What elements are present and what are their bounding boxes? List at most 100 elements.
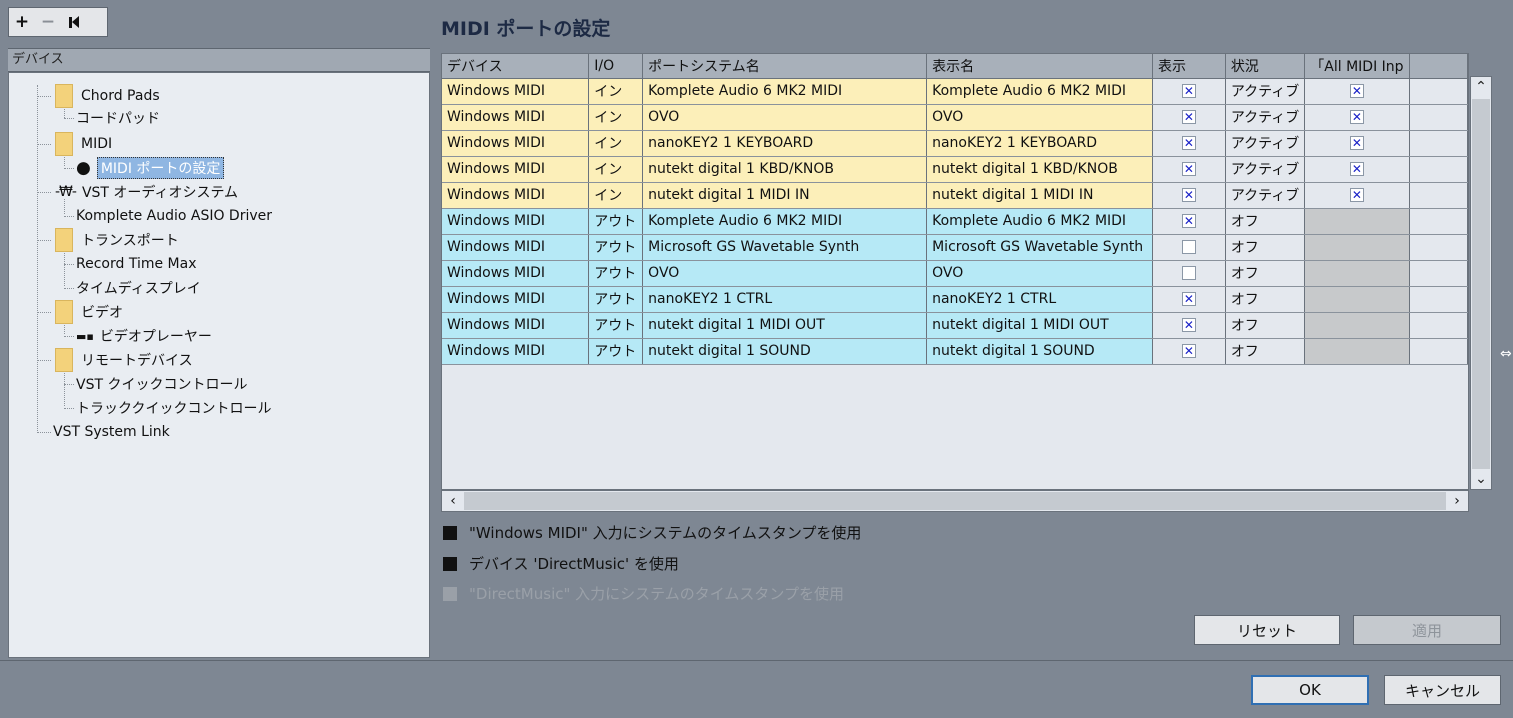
all-midi-inputs-checkbox[interactable]: ✕	[1349, 188, 1364, 202]
folder-icon	[55, 300, 73, 324]
vertical-scrollbar[interactable]: ⌃ ⌄	[1470, 76, 1492, 490]
table-row[interactable]: Windows MIDI イン nanoKEY2 1 KEYBOARD nanoKEY…	[442, 130, 1468, 157]
reset-button[interactable]: リセット	[1194, 615, 1340, 645]
col-header-port-system-name[interactable]: ポートシステム名	[642, 54, 928, 79]
table-row[interactable]: Windows MIDI アウト nutekt digital 1 MIDI OUT…	[442, 312, 1468, 339]
col-header-status[interactable]: 状況	[1225, 54, 1306, 79]
visible-checkbox[interactable]: ✕	[1181, 292, 1196, 306]
visible-checkbox[interactable]: ✕	[1181, 84, 1196, 98]
cell-empty	[1409, 78, 1468, 105]
option-label: "DirectMusic" 入力にシステムのタイムスタンプを使用	[469, 585, 844, 603]
tree-folder-video[interactable]: ビデオ	[37, 300, 123, 324]
device-tree-header: デバイス	[8, 48, 430, 72]
tree-folder-midi[interactable]: MIDI	[37, 132, 112, 156]
cell-display-name[interactable]: OVO	[926, 260, 1153, 287]
tree-item-midi-port-settings[interactable]: ● MIDI ポートの設定	[64, 157, 225, 179]
tree-folder-remote-devices[interactable]: リモートデバイス	[37, 348, 193, 372]
option-use-directmusic[interactable]: デバイス 'DirectMusic' を使用	[443, 553, 679, 574]
all-midi-inputs-checkbox[interactable]: ✕	[1349, 136, 1364, 150]
cell-io: イン	[588, 156, 644, 183]
reset-device-button[interactable]	[61, 8, 87, 36]
visible-checkbox[interactable]: ✕	[1181, 318, 1196, 332]
cell-display-name[interactable]: nanoKEY2 1 KEYBOARD	[926, 130, 1153, 157]
remove-button[interactable]: −	[35, 8, 61, 36]
cell-io: アウト	[588, 286, 644, 313]
cell-display-name[interactable]: nutekt digital 1 KBD/KNOB	[926, 156, 1153, 183]
all-midi-inputs-checkbox[interactable]: ✕	[1349, 162, 1364, 176]
visible-checkbox[interactable]: ✕	[1181, 344, 1196, 358]
chevron-down-icon[interactable]: ⌄	[1471, 469, 1491, 489]
visible-checkbox[interactable]: ✕	[1181, 110, 1196, 124]
cell-display-name[interactable]: nutekt digital 1 MIDI IN	[926, 182, 1153, 209]
col-header-all-midi-inputs[interactable]: 「All MIDI Inp	[1304, 54, 1410, 79]
col-header-visible[interactable]: 表示	[1152, 54, 1226, 79]
visible-checkbox[interactable]: ✕	[1181, 240, 1196, 254]
table-row[interactable]: Windows MIDIアウトOVOOVO✕オフ	[442, 260, 1468, 287]
tree-item-track-quick-controls[interactable]: トラッククイックコントロール	[64, 397, 271, 419]
cell-visible: ✕	[1152, 234, 1226, 261]
visible-checkbox[interactable]: ✕	[1181, 162, 1196, 176]
chevron-right-icon[interactable]: ›	[1446, 491, 1468, 511]
cell-display-name[interactable]: OVO	[926, 104, 1153, 131]
device-tree[interactable]: Chord Pads コードパッド MIDI ● MIDI ポートの設定 -₩- V…	[8, 72, 430, 658]
folder-icon	[55, 228, 73, 252]
all-midi-inputs-checkbox[interactable]: ✕	[1349, 84, 1364, 98]
cell-empty	[1409, 312, 1468, 339]
tree-item-vst-quick-controls[interactable]: VST クイックコントロール	[64, 373, 247, 395]
tree-label-selected: MIDI ポートの設定	[96, 157, 225, 179]
tree-label: VST クイックコントロール	[76, 377, 248, 393]
table-row[interactable]: Windows MIDI アウト Komplete Audio 6 MK2 MIDI…	[442, 208, 1468, 235]
cell-display-name[interactable]: nanoKEY2 1 CTRL	[926, 286, 1153, 313]
table-row[interactable]: Windows MIDI アウト Microsoft GS Wavetable Sy…	[442, 234, 1468, 261]
tree-item-vst-system-link[interactable]: VST System Link	[37, 421, 170, 443]
cell-port-system-name: nanoKEY2 1 CTRL	[642, 286, 928, 313]
checkbox-use-directmusic[interactable]	[443, 556, 457, 571]
cell-display-name[interactable]: Microsoft GS Wavetable Synth	[926, 234, 1153, 261]
table-row[interactable]: Windows MIDI イン OVO OVO ✕ アクティブ ✕	[442, 104, 1468, 131]
cell-empty	[1409, 104, 1468, 131]
tree-item-vst-audio-system[interactable]: -₩- VST オーディオシステム	[37, 181, 238, 203]
col-header-display-name[interactable]: 表示名	[926, 54, 1153, 79]
cell-io: アウト	[588, 234, 644, 261]
visible-checkbox[interactable]: ✕	[1181, 188, 1196, 202]
tree-folder-chord-pads[interactable]: Chord Pads	[37, 84, 160, 108]
tree-item-record-time-max[interactable]: Record Time Max	[64, 253, 196, 275]
col-header-device[interactable]: デバイス	[442, 54, 590, 79]
chevron-left-icon[interactable]: ‹	[442, 491, 464, 511]
cell-port-system-name: OVO	[642, 104, 928, 131]
table-row[interactable]: Windows MIDI イン nutekt digital 1 MIDI IN nu…	[442, 182, 1468, 209]
all-midi-inputs-checkbox[interactable]: ✕	[1349, 110, 1364, 124]
visible-checkbox[interactable]: ✕	[1181, 214, 1196, 228]
scroll-thumb[interactable]	[464, 492, 1446, 510]
cell-display-name[interactable]: Komplete Audio 6 MK2 MIDI	[926, 78, 1153, 105]
cell-io: イン	[588, 130, 644, 157]
ok-button[interactable]: OK	[1251, 675, 1369, 705]
cancel-button[interactable]: キャンセル	[1384, 675, 1501, 705]
tree-folder-transport[interactable]: トランスポート	[37, 228, 179, 252]
cell-display-name[interactable]: nutekt digital 1 SOUND	[926, 338, 1153, 365]
table-row[interactable]: Windows MIDI アウト nanoKEY2 1 CTRL nanoKEY2 1…	[442, 286, 1468, 313]
chevron-up-icon[interactable]: ⌃	[1471, 77, 1491, 97]
tree-item-chord-pads-jp[interactable]: コードパッド	[64, 107, 160, 129]
table-row[interactable]: Windows MIDI イン Komplete Audio 6 MK2 MIDI K…	[442, 78, 1468, 105]
option-windows-midi-timestamp[interactable]: "Windows MIDI" 入力にシステムのタイムスタンプを使用	[443, 522, 861, 543]
tree-label: トランスポート	[81, 233, 179, 249]
table-row[interactable]: Windows MIDI アウト nutekt digital 1 SOUND nut…	[442, 338, 1468, 365]
cell-visible: ✕	[1152, 156, 1226, 183]
tree-item-video-player[interactable]: ▬▪ ビデオプレーヤー	[64, 325, 212, 347]
visible-checkbox[interactable]: ✕	[1181, 136, 1196, 150]
cell-io: イン	[588, 182, 644, 209]
footer-divider	[0, 660, 1513, 661]
cell-display-name[interactable]: Komplete Audio 6 MK2 MIDI	[926, 208, 1153, 235]
scroll-thumb[interactable]	[1472, 99, 1490, 469]
add-button[interactable]: +	[9, 8, 35, 36]
table-row[interactable]: Windows MIDI イン nutekt digital 1 KBD/KNOB n…	[442, 156, 1468, 183]
cell-device: Windows MIDI	[442, 130, 590, 157]
col-header-io[interactable]: I/O	[588, 54, 644, 79]
checkbox-windows-midi-timestamp[interactable]	[443, 525, 457, 540]
tree-item-time-display[interactable]: タイムディスプレイ	[64, 277, 201, 299]
tree-item-asio-driver[interactable]: Komplete Audio ASIO Driver	[64, 205, 272, 227]
visible-checkbox[interactable]: ✕	[1181, 266, 1196, 280]
horizontal-scrollbar[interactable]: ‹ ›	[441, 490, 1469, 512]
cell-display-name[interactable]: nutekt digital 1 MIDI OUT	[926, 312, 1153, 339]
